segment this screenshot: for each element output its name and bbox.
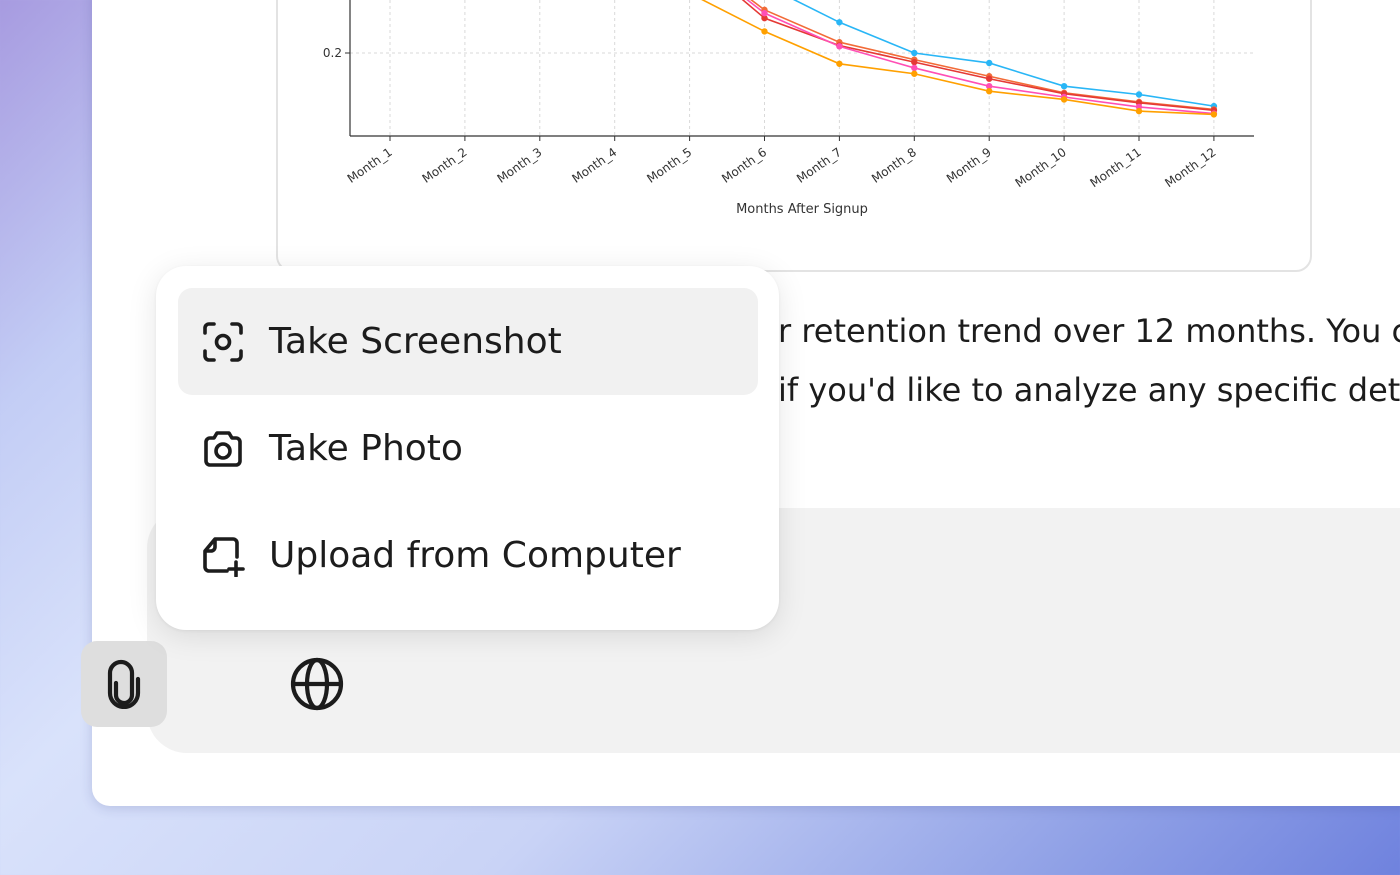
data-point (986, 87, 993, 95)
web-search-button[interactable] (274, 641, 360, 727)
menu-item-upload-from-computer[interactable]: Upload from Computer (178, 502, 758, 609)
series-line (701, 0, 1214, 116)
data-point (1135, 107, 1143, 115)
paperclip-icon (107, 659, 141, 709)
x-tick-label: Month_6 (719, 145, 769, 186)
assistant-message: r retention trend over 12 months. You ca… (778, 302, 1400, 420)
data-point (1060, 96, 1068, 103)
data-point (761, 9, 768, 17)
x-tick-label: Month_12 (1162, 145, 1218, 190)
menu-item-take-photo[interactable]: Take Photo (178, 395, 758, 502)
upload-file-icon (200, 533, 246, 579)
menu-item-take-screenshot[interactable]: Take Screenshot (178, 288, 758, 395)
message-line-2: if you'd like to analyze any specific de… (778, 371, 1400, 409)
data-point (836, 60, 843, 67)
x-tick-label: Month_11 (1087, 145, 1143, 190)
x-tick-label: Month_5 (644, 145, 694, 186)
x-axis-label: Months After Signup (736, 202, 868, 217)
data-point (911, 49, 918, 57)
data-point (836, 43, 843, 50)
attach-menu: Take Screenshot Take Photo Upload from C… (156, 266, 779, 630)
data-point (1060, 83, 1068, 90)
screenshot-icon (200, 319, 246, 365)
x-tick-label: Month_2 (420, 145, 470, 186)
attach-button[interactable] (81, 641, 167, 727)
data-point (836, 19, 843, 26)
data-point (761, 28, 768, 35)
x-tick-label: Month_10 (1013, 145, 1069, 190)
data-point (1135, 91, 1143, 98)
globe-icon (290, 657, 344, 711)
menu-item-label: Take Photo (269, 428, 463, 469)
data-point (986, 75, 993, 82)
camera-icon (200, 426, 246, 472)
message-line-1: r retention trend over 12 months. You ca (778, 312, 1400, 350)
chart-card: 0.2 Month_1 Month_2 Month_3 Month_4 Month_5 Mo… (276, 0, 1312, 272)
data-point (911, 58, 918, 66)
x-tick-label: Month_8 (869, 145, 919, 186)
y-tick-label: 0.2 (323, 46, 342, 60)
menu-item-label: Take Screenshot (269, 321, 562, 362)
data-point (911, 70, 918, 77)
x-tick-label: Month_3 (495, 145, 545, 186)
x-tick-label: Month_4 (569, 145, 619, 186)
line-chart: 0.2 Month_1 Month_2 Month_3 Month_4 Month_5 Mo… (323, 0, 1254, 217)
data-point (1210, 111, 1218, 118)
x-tick-label: Month_7 (794, 145, 844, 186)
data-point (986, 59, 993, 67)
series-line (746, 0, 1214, 115)
x-tick-label: Month_1 (345, 145, 395, 186)
data-point (911, 64, 918, 72)
menu-item-label: Upload from Computer (269, 535, 681, 576)
x-tick-label: Month_9 (944, 145, 994, 186)
